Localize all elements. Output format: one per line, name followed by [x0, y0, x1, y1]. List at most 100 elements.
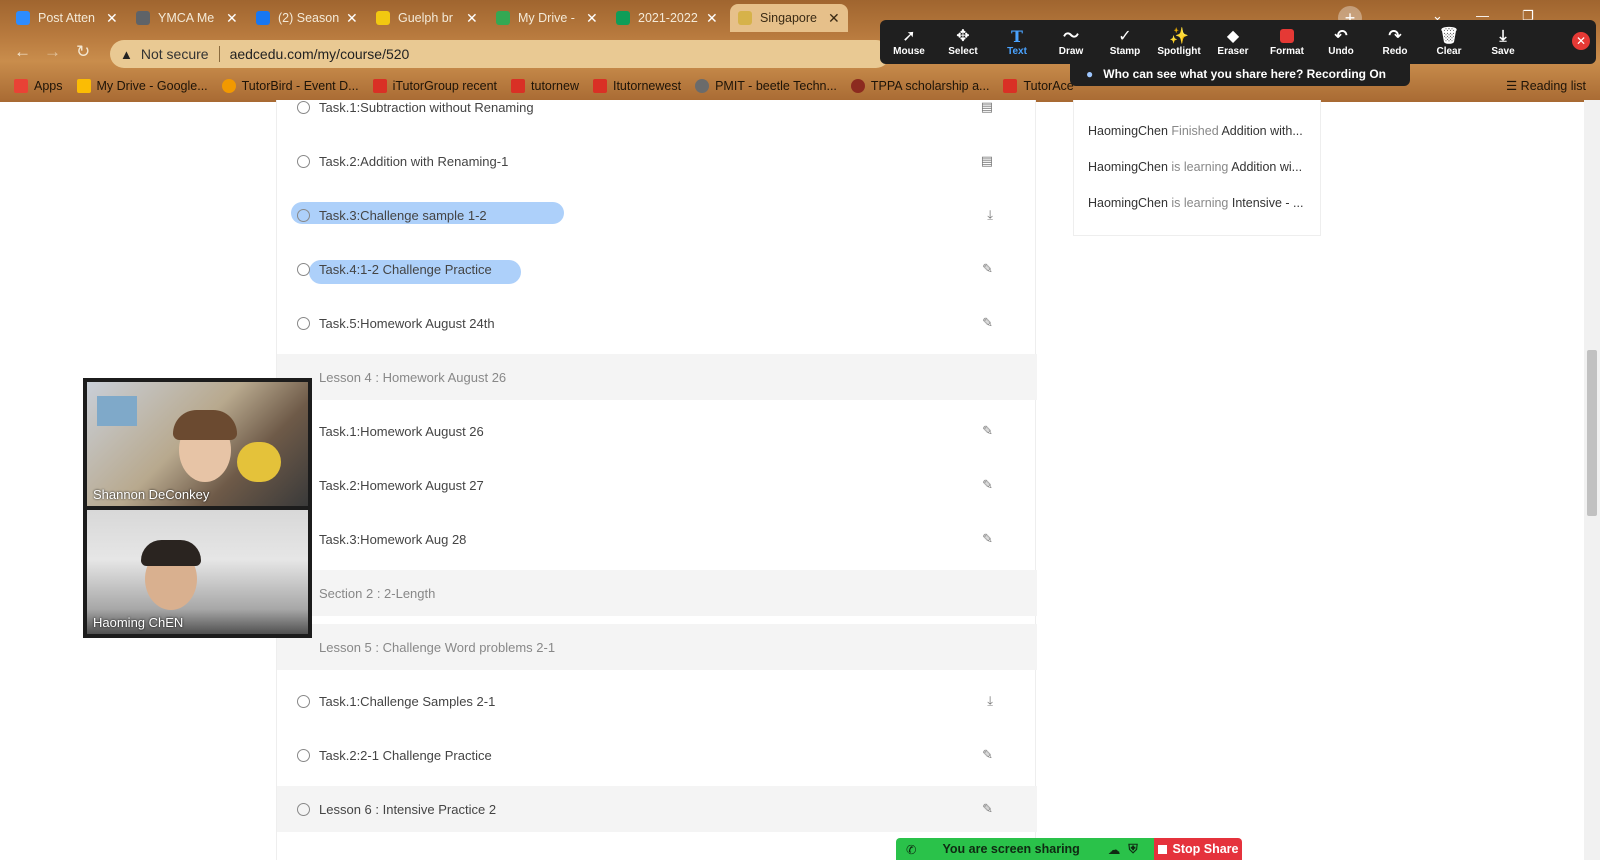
browser-tab[interactable]: (2) Season ✕ [248, 4, 366, 32]
browser-tab[interactable]: Guelph br ✕ [368, 4, 486, 32]
close-tab-icon[interactable]: ✕ [346, 10, 358, 27]
participant-video[interactable]: Shannon DeConkey [87, 382, 308, 506]
activity-item[interactable]: HaomingChen Finished Addition with... [1088, 124, 1312, 138]
video-panel[interactable]: Shannon DeConkey Haoming ChEN [83, 378, 312, 638]
forward-icon[interactable]: → [44, 42, 61, 62]
lesson-header[interactable]: Lesson 5 : Challenge Word problems 2-1 [277, 624, 1037, 670]
back-icon[interactable]: ← [14, 42, 31, 62]
text-tool-button[interactable]: T Text [990, 27, 1044, 57]
file-icon[interactable]: ▤ [981, 99, 993, 115]
pencil-icon[interactable]: ✎ [982, 801, 993, 817]
address-divider [218, 46, 220, 62]
browser-tab[interactable]: 2021-2022 ✕ [608, 4, 726, 32]
task-row[interactable]: Task.4:1-2 Challenge Practice ✎ [277, 246, 1037, 292]
select-tool-button[interactable]: ✥ Select [936, 27, 990, 57]
tab-favicon-icon [16, 11, 30, 25]
stamp-tool-button[interactable]: ✓ Stamp [1098, 27, 1152, 57]
close-tab-icon[interactable]: ✕ [466, 10, 478, 27]
shield-icon: ⛨ [1128, 841, 1138, 856]
pencil-icon[interactable]: ✎ [982, 261, 993, 277]
warning-icon: ▲ [120, 46, 133, 62]
pencil-icon[interactable]: ✎ [982, 747, 993, 763]
lesson-task-row[interactable]: Lesson 6 : Intensive Practice 2 ✎ [277, 786, 1037, 832]
screen-share-bar: ✆ You are screen sharing ☁ ⛨ Stop Share [896, 838, 1242, 860]
redo-button[interactable]: ↷ Redo [1368, 27, 1422, 57]
participant-name: Haoming ChEN [93, 615, 184, 630]
browser-tab[interactable]: My Drive - ✕ [488, 4, 606, 32]
close-tab-icon[interactable]: ✕ [828, 10, 840, 27]
radio-icon [297, 748, 310, 762]
bookmark-item[interactable]: My Drive - Google... [76, 79, 208, 93]
close-tab-icon[interactable]: ✕ [226, 10, 238, 27]
section-header[interactable]: Section 2 : 2-Length [277, 570, 1037, 616]
tab-favicon-icon [256, 11, 270, 25]
sharing-status[interactable]: ✆ You are screen sharing ☁ ⛨ [896, 838, 1154, 860]
pencil-icon[interactable]: ✎ [982, 315, 993, 331]
draw-tool-button[interactable]: 〜 Draw [1044, 27, 1098, 57]
task-row[interactable]: Task.2:Homework August 27 ✎ [277, 462, 1037, 508]
spotlight-tool-button[interactable]: ✨ Spotlight [1152, 27, 1206, 57]
task-row[interactable]: Task.3:Challenge sample 1-2 ⤓ [277, 192, 1037, 238]
close-tab-icon[interactable]: ✕ [706, 10, 718, 27]
pencil-icon[interactable]: ✎ [982, 423, 993, 439]
save-icon: ⤓ [1499, 28, 1507, 45]
participant-hair [173, 410, 237, 440]
spotlight-icon: ✨ [1169, 28, 1189, 45]
file-icon[interactable]: ▤ [981, 153, 993, 169]
pencil-icon[interactable]: ✎ [982, 477, 993, 493]
undo-button[interactable]: ↶ Undo [1314, 27, 1368, 57]
undo-icon: ↶ [1334, 28, 1348, 45]
close-tab-icon[interactable]: ✕ [106, 10, 118, 27]
reading-list[interactable]: ☰ Reading list [1506, 78, 1586, 93]
redo-icon: ↷ [1388, 28, 1402, 45]
cloud-icon: ☁ [1107, 842, 1121, 857]
browser-tab[interactable]: YMCA Me ✕ [128, 4, 246, 32]
annotation-toolbar: ➚ Mouse ✥ Select T Text 〜 Draw ✓ Stamp ✨ Spotl… [880, 20, 1596, 64]
browser-tab[interactable]: Post Atten ✕ [8, 4, 126, 32]
activity-item[interactable]: HaomingChen is learning Addition wi... [1088, 160, 1312, 174]
mouse-tool-button[interactable]: ➚ Mouse [882, 27, 936, 57]
participant-hair [141, 540, 201, 566]
participant-video[interactable]: Haoming ChEN [87, 510, 308, 634]
eraser-icon: ◆ [1226, 28, 1240, 45]
task-row[interactable]: Task.1:Challenge Samples 2-1 ⤓ [277, 678, 1037, 724]
url-text: aedcedu.com/my/course/520 [229, 46, 410, 62]
phone-icon: ✆ [906, 842, 917, 857]
checkmark-icon: ✓ [1118, 28, 1132, 45]
task-row[interactable]: Task.2:Addition with Renaming-1 ▤ [277, 138, 1037, 184]
recording-banner[interactable]: ● Who can see what you share here? Recor… [1070, 62, 1410, 86]
pencil-icon[interactable]: ✎ [982, 531, 993, 547]
browser-tab-active[interactable]: Singapore ✕ [730, 4, 848, 32]
person-icon: ● [1086, 67, 1094, 81]
format-icon [1280, 29, 1294, 43]
lesson-header[interactable]: Lesson 4 : Homework August 26 [277, 354, 1037, 400]
task-row[interactable]: Task.2:2-1 Challenge Practice ✎ [277, 732, 1037, 778]
tab-favicon-icon [738, 11, 752, 25]
trash-icon: 🗑 [1438, 28, 1460, 45]
vertical-scrollbar[interactable] [1584, 100, 1600, 860]
tab-favicon-icon [616, 11, 630, 25]
radio-icon [297, 208, 310, 222]
reload-icon[interactable]: ↻ [76, 42, 90, 62]
eraser-tool-button[interactable]: ◆ Eraser [1206, 27, 1260, 57]
move-icon: ✥ [956, 28, 970, 45]
stop-share-button[interactable]: Stop Share [1154, 838, 1242, 860]
format-tool-button[interactable]: Format [1260, 27, 1314, 57]
close-tab-icon[interactable]: ✕ [586, 10, 598, 27]
task-row[interactable]: Task.1:Subtraction without Renaming ▤ [277, 84, 1037, 130]
download-icon[interactable]: ⤓ [987, 693, 993, 709]
activity-item[interactable]: HaomingChen is learning Intensive - ... [1088, 196, 1312, 210]
bookmark-item[interactable]: Apps [14, 79, 63, 93]
save-button[interactable]: ⤓ Save [1476, 27, 1530, 57]
task-row[interactable]: Task.5:Homework August 24th ✎ [277, 300, 1037, 346]
radio-icon [297, 154, 310, 168]
close-icon[interactable]: ✕ [1572, 32, 1590, 50]
clear-button[interactable]: 🗑 Clear [1422, 27, 1476, 57]
task-row[interactable]: Task.3:Homework Aug 28 ✎ [277, 516, 1037, 562]
download-icon[interactable]: ⤓ [987, 207, 993, 223]
address-bar[interactable]: ▲ Not secure aedcedu.com/my/course/520 [110, 40, 890, 68]
task-row[interactable]: Task.1:Homework August 26 ✎ [277, 408, 1037, 454]
radio-icon [297, 694, 310, 708]
scrollbar-thumb[interactable] [1587, 350, 1597, 516]
participant-name: Shannon DeConkey [93, 487, 210, 502]
